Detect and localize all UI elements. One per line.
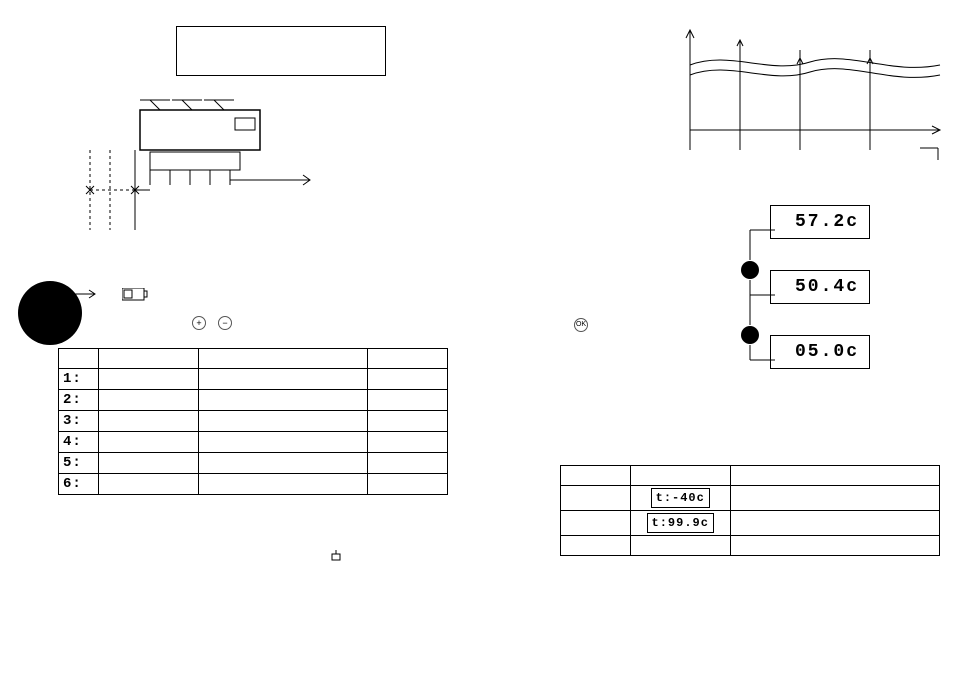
header-cell [630, 466, 730, 486]
cell [98, 369, 198, 390]
table-row: t:99.9c [561, 511, 940, 536]
cell [368, 390, 448, 411]
cell [730, 511, 939, 536]
cell [98, 411, 198, 432]
temperature-graph [670, 20, 950, 170]
header-cell [98, 349, 198, 369]
header-cell [730, 466, 939, 486]
lcd-flow-lines [740, 200, 790, 410]
cell [368, 432, 448, 453]
header-cell [198, 349, 368, 369]
error-table: t:-40c t:99.9c [560, 465, 940, 556]
minus-button[interactable]: − [218, 316, 232, 330]
cell [730, 536, 939, 556]
cell [98, 390, 198, 411]
cell [198, 390, 368, 411]
cell [98, 432, 198, 453]
param-number: 4: [59, 432, 99, 453]
param-number: 3: [59, 411, 99, 432]
table-row: 3: [59, 411, 448, 432]
parameter-table: 1: 2: 3: 4: 5: 6: [58, 348, 448, 495]
param-number: 6: [59, 474, 99, 495]
table-row: 2: [59, 390, 448, 411]
cell [368, 411, 448, 432]
param-number: 2: [59, 390, 99, 411]
table-row: 4: [59, 432, 448, 453]
cell [561, 511, 631, 536]
cell [561, 536, 631, 556]
cell [98, 453, 198, 474]
adjust-knob-diagram [15, 278, 105, 348]
lcd-small-2: t:99.9c [647, 513, 714, 533]
cell [368, 453, 448, 474]
top-empty-box [176, 26, 386, 76]
table-row [561, 536, 940, 556]
plus-button[interactable]: + [192, 316, 206, 330]
cell [368, 474, 448, 495]
small-icon [330, 550, 344, 564]
cell [198, 369, 368, 390]
param-number: 1: [59, 369, 99, 390]
table-row: 1: [59, 369, 448, 390]
table-header-row [561, 466, 940, 486]
header-cell [561, 466, 631, 486]
cell [630, 536, 730, 556]
table-row: 5: [59, 453, 448, 474]
cell [198, 474, 368, 495]
cell [198, 411, 368, 432]
cell [198, 432, 368, 453]
cell [561, 486, 631, 511]
param-number: 5: [59, 453, 99, 474]
table-row: 6: [59, 474, 448, 495]
cell [730, 486, 939, 511]
level-icon [122, 288, 148, 302]
ok-button[interactable]: OK [574, 318, 588, 332]
header-cell [368, 349, 448, 369]
header-cell [59, 349, 99, 369]
cell [198, 453, 368, 474]
lcd-small-1: t:-40c [651, 488, 710, 508]
table-header-row [59, 349, 448, 369]
cell-display: t:99.9c [630, 511, 730, 536]
wiring-diagram [80, 80, 380, 240]
cell-display: t:-40c [630, 486, 730, 511]
cell [368, 369, 448, 390]
cell [98, 474, 198, 495]
table-row: t:-40c [561, 486, 940, 511]
